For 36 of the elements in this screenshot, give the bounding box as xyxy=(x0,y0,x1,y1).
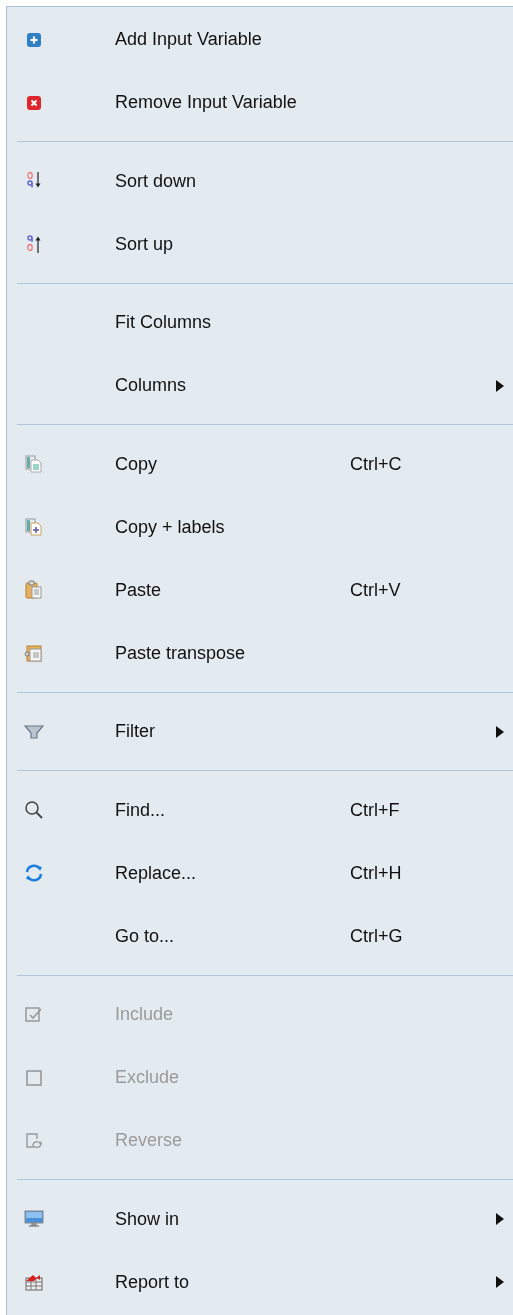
shortcut-label: Ctrl+G xyxy=(350,925,403,947)
menu-item[interactable]: Add Input Variable xyxy=(115,29,262,50)
report-icon xyxy=(24,1272,44,1292)
shortcut-label: Ctrl+V xyxy=(350,579,401,601)
menu-item[interactable]: Paste xyxy=(115,579,162,601)
menu-item[interactable]: Filter xyxy=(115,721,155,742)
menu-item[interactable]: Remove Input Variable xyxy=(115,92,297,113)
menu-item[interactable]: Columns xyxy=(115,375,187,396)
menu-item[interactable]: Paste transpose xyxy=(115,642,246,664)
clipboard-icon xyxy=(24,580,44,600)
menu-item[interactable]: Fit Columns xyxy=(115,312,212,333)
search-icon xyxy=(24,800,44,820)
menu-item: Reverse xyxy=(115,1130,183,1151)
shortcut-label: Ctrl+C xyxy=(350,453,402,475)
copy-icon xyxy=(24,454,44,474)
menu-item[interactable]: Report to xyxy=(115,1271,190,1293)
menu-item[interactable]: Copy + labels xyxy=(115,516,225,538)
clipboard-icon xyxy=(24,643,44,663)
menu-item[interactable]: Sort down xyxy=(115,170,197,192)
sort-up-icon xyxy=(24,234,44,254)
menu-item: Include xyxy=(115,1004,174,1025)
refresh-icon xyxy=(24,863,44,883)
shortcut-label: Ctrl+F xyxy=(350,799,400,821)
checkbox-icon xyxy=(24,1004,44,1025)
reverse-icon xyxy=(24,1130,44,1151)
menu-item: Exclude xyxy=(115,1067,180,1088)
menu-item[interactable]: Copy xyxy=(115,453,158,475)
menu-item[interactable]: Show in xyxy=(115,1208,180,1230)
menu-item[interactable]: Go to... xyxy=(115,925,175,947)
copy-plus-icon xyxy=(24,517,44,537)
checkbox-icon xyxy=(24,1067,44,1088)
monitor-icon xyxy=(24,1209,44,1229)
menu-item[interactable]: Sort up xyxy=(115,233,174,255)
shortcut-label: Ctrl+H xyxy=(350,862,402,884)
menu-item[interactable]: Replace... xyxy=(115,862,197,884)
menu-item[interactable]: Find... xyxy=(115,799,166,821)
